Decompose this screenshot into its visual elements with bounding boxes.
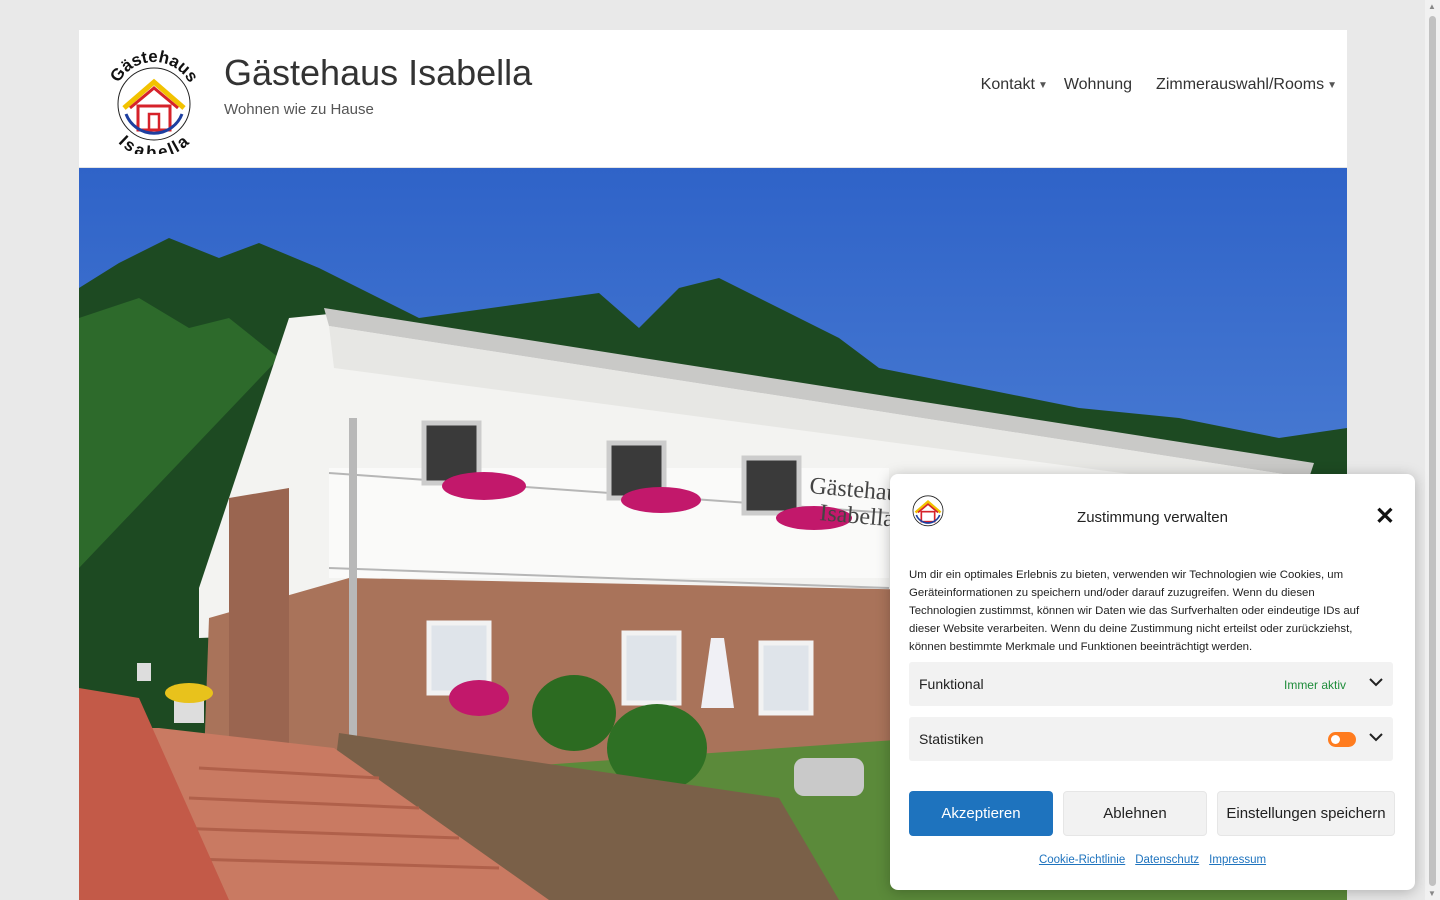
consent-category-funktional[interactable]: Funktional Immer aktiv xyxy=(909,662,1393,706)
nav-item-label: Zimmerauswahl/Rooms xyxy=(1156,76,1325,93)
save-settings-button[interactable]: Einstellungen speichern xyxy=(1217,791,1395,836)
scroll-down-icon[interactable]: ▼ xyxy=(1428,889,1436,898)
site-title[interactable]: Gästehaus Isabella xyxy=(224,52,532,94)
scroll-up-icon[interactable]: ▲ xyxy=(1428,2,1436,11)
nav-item-wohnung[interactable]: Wohnung xyxy=(1064,76,1132,94)
page-scrollbar[interactable]: ▲ ▼ xyxy=(1425,0,1440,900)
category-label: Funktional xyxy=(919,676,984,692)
main-nav: Kontakt ▼ Wohnung Zimmerauswahl/Rooms ▼ xyxy=(981,76,1337,94)
scroll-thumb[interactable] xyxy=(1429,16,1436,886)
cookie-policy-link[interactable]: Cookie-Richtlinie xyxy=(1039,854,1125,866)
caret-down-icon[interactable]: ▼ xyxy=(1038,80,1048,91)
privacy-link[interactable]: Datenschutz xyxy=(1135,854,1199,866)
nav-item-label: Kontakt xyxy=(980,76,1035,93)
nav-item-kontakt[interactable]: Kontakt ▼ xyxy=(981,76,1048,94)
imprint-link[interactable]: Impressum xyxy=(1209,854,1266,866)
nav-item-label: Wohnung xyxy=(1063,76,1133,93)
site-header: Gästehaus Isabella Gästehaus Isabella Wo… xyxy=(79,30,1347,168)
site-description: Wohnen wie zu Hause xyxy=(224,101,374,118)
toggle-knob xyxy=(1331,735,1340,744)
site-logo[interactable]: Gästehaus Isabella xyxy=(106,50,202,154)
cookie-consent-dialog: Zustimmung verwalten ✕ Um dir ein optima… xyxy=(890,474,1415,890)
consent-links: Cookie-Richtlinie Datenschutz Impressum xyxy=(890,854,1415,866)
caret-down-icon[interactable]: ▼ xyxy=(1327,80,1337,91)
always-active-label: Immer aktiv xyxy=(1283,678,1346,692)
close-icon[interactable]: ✕ xyxy=(1375,505,1395,529)
consent-title: Zustimmung verwalten xyxy=(1077,509,1228,526)
chevron-down-icon[interactable] xyxy=(1369,730,1383,744)
chevron-down-icon[interactable] xyxy=(1369,675,1383,689)
accept-button[interactable]: Akzeptieren xyxy=(909,791,1053,836)
deny-button[interactable]: Ablehnen xyxy=(1063,791,1207,836)
consent-category-statistiken[interactable]: Statistiken xyxy=(909,717,1393,761)
nav-item-zimmerauswahl[interactable]: Zimmerauswahl/Rooms ▼ xyxy=(1156,76,1337,94)
statistiken-toggle[interactable] xyxy=(1328,732,1356,747)
category-label: Statistiken xyxy=(919,731,984,747)
consent-text: Um dir ein optimales Erlebnis zu bieten,… xyxy=(909,569,1360,653)
